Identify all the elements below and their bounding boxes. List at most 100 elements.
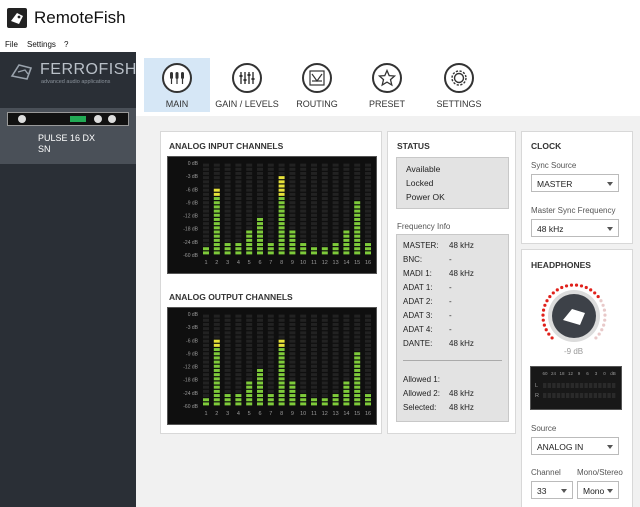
channel-meter-bar bbox=[224, 163, 231, 255]
volume-led bbox=[545, 299, 549, 303]
hp-meter-segment bbox=[575, 383, 579, 388]
hp-meter-scale-label: 12 bbox=[568, 371, 574, 376]
freq-value: - bbox=[449, 311, 452, 320]
meter-scale-label: -18 dB bbox=[183, 227, 198, 233]
channel-number-label: 6 bbox=[258, 260, 261, 266]
meter-scale-label: 0 dB bbox=[188, 312, 199, 318]
channel-meter-bar bbox=[311, 314, 317, 406]
channel-number-label: 1 bbox=[204, 411, 207, 417]
volume-led bbox=[603, 318, 607, 322]
freq-value: - bbox=[449, 297, 452, 306]
hp-meter-segment bbox=[602, 383, 607, 388]
volume-led bbox=[579, 284, 584, 288]
toolbar: MAIN GAIN / LEVELS ROUTING PRESET SETTIN… bbox=[136, 52, 640, 116]
channel-meter-bar bbox=[354, 314, 361, 406]
hp-meter-scale-label: 6 bbox=[586, 371, 589, 376]
hp-meter-scale-label: 18 bbox=[559, 371, 565, 376]
freq-value: - bbox=[449, 255, 452, 264]
channel-meter-bar bbox=[365, 314, 371, 406]
faders-icon bbox=[232, 63, 262, 93]
sync-source-select[interactable]: MASTER bbox=[531, 174, 619, 192]
chevron-down-icon bbox=[607, 489, 613, 493]
channel-meter-bar bbox=[321, 163, 328, 255]
hp-meter-segment bbox=[598, 393, 602, 398]
freq-label: ADAT 4: bbox=[403, 325, 433, 334]
meter-scale-label: -3 dB bbox=[186, 325, 199, 331]
brand-name: FERROFISH bbox=[40, 61, 137, 78]
device-item[interactable]: PULSE 16 DX SN bbox=[0, 108, 136, 164]
allowed-value: 48 kHz bbox=[449, 389, 474, 398]
mono-stereo-select[interactable]: Mono bbox=[577, 481, 619, 499]
device-name: PULSE 16 DX bbox=[38, 133, 96, 143]
channel-number-label: 9 bbox=[291, 260, 294, 266]
volume-led bbox=[542, 323, 546, 327]
channel-meter-bar bbox=[257, 163, 263, 255]
hp-meter-segment bbox=[566, 393, 570, 398]
master-sync-frequency-value: 48 kHz bbox=[537, 224, 564, 234]
sidebar: FERROFISH advanced audio applications PU… bbox=[0, 52, 136, 507]
channel-meter-bar bbox=[300, 163, 307, 255]
tab-main-label: MAIN bbox=[165, 99, 189, 109]
routing-icon bbox=[302, 63, 332, 93]
main-content: ANALOG INPUT CHANNELS 0 dB -3 dB -6 dB -9 d… bbox=[136, 116, 640, 507]
headphones-volume-knob[interactable] bbox=[536, 278, 612, 354]
hp-meter-scale-label: 9 bbox=[578, 371, 581, 376]
frequency-info-box: MASTER: 48 kHz BNC: - MADI 1: 48 kHz ADA… bbox=[396, 234, 509, 422]
channel-select[interactable]: 33 bbox=[531, 481, 573, 499]
meter-scale-label: -12 dB bbox=[183, 214, 198, 220]
source-label: Source bbox=[531, 424, 557, 433]
status-power: Power OK bbox=[406, 192, 445, 202]
tab-settings[interactable]: SETTINGS bbox=[426, 58, 492, 112]
clock-panel: CLOCK Sync Source MASTER Master Sync Fre… bbox=[521, 131, 633, 244]
hp-meter-segment bbox=[547, 393, 551, 398]
menu-help[interactable]: ? bbox=[64, 40, 68, 49]
freq-label: DANTE: bbox=[403, 339, 433, 348]
channel-number-label: 4 bbox=[237, 411, 240, 417]
chevron-down-icon bbox=[607, 182, 613, 186]
freq-value: - bbox=[449, 325, 452, 334]
volume-led bbox=[547, 332, 551, 336]
channel-meter-bar bbox=[343, 163, 350, 255]
headphones-meter-graphic: 60 24 18 12 9 6 3 0 dB LR bbox=[535, 371, 616, 399]
menu-settings[interactable]: Settings bbox=[27, 40, 56, 49]
menu-file[interactable]: File bbox=[5, 40, 18, 49]
analog-output-meter-graphic: 0 dB -3 dB -6 dB -9 dB -12 dB -18 dB -24 dB -60… bbox=[183, 312, 371, 417]
channel-number-label: 5 bbox=[248, 260, 251, 266]
master-sync-frequency-label: Master Sync Frequency bbox=[531, 206, 616, 215]
volume-led bbox=[569, 283, 574, 287]
channel-number-label: 3 bbox=[226, 411, 229, 417]
clock-title: CLOCK bbox=[531, 141, 562, 151]
channel-number-label: 14 bbox=[343, 260, 349, 266]
hp-meter-segment bbox=[589, 393, 593, 398]
app-icon bbox=[7, 8, 27, 28]
freq-value: 48 kHz bbox=[449, 241, 474, 250]
hp-meter-segment bbox=[552, 393, 556, 398]
channel-meter-bar bbox=[213, 314, 220, 406]
channel-number-label: 15 bbox=[354, 411, 360, 417]
volume-led bbox=[541, 318, 545, 322]
meter-scale-label: 0 dB bbox=[188, 161, 199, 167]
source-select[interactable]: ANALOG IN bbox=[531, 437, 619, 455]
meter-scale-label: -12 dB bbox=[183, 365, 198, 371]
mono-stereo-label: Mono/Stereo bbox=[577, 468, 623, 477]
channel-label: Channel bbox=[531, 468, 561, 477]
channel-number-label: 10 bbox=[300, 260, 306, 266]
tab-gain-levels[interactable]: GAIN / LEVELS bbox=[214, 58, 280, 112]
allowed-label: Allowed 1: bbox=[403, 375, 440, 384]
tab-preset[interactable]: PRESET bbox=[354, 58, 420, 112]
hp-meter-segment bbox=[593, 383, 597, 388]
hp-meter-segment bbox=[612, 383, 616, 388]
status-available: Available bbox=[406, 164, 441, 174]
volume-led bbox=[564, 284, 569, 288]
channel-meter-bar bbox=[246, 314, 253, 406]
analog-input-title: ANALOG INPUT CHANNELS bbox=[169, 141, 284, 151]
analog-output-title: ANALOG OUTPUT CHANNELS bbox=[169, 292, 293, 302]
analog-input-meter-graphic: 0 dB -3 dB -6 dB -9 dB -12 dB -18 dB -24 dB -60… bbox=[183, 161, 371, 266]
tab-main[interactable]: MAIN bbox=[144, 58, 210, 112]
channel-number-label: 14 bbox=[343, 411, 349, 417]
hp-meter-segment bbox=[575, 393, 579, 398]
channels-panel: ANALOG INPUT CHANNELS 0 dB -3 dB -6 dB -9 d… bbox=[160, 131, 382, 434]
tab-routing[interactable]: ROUTING bbox=[284, 58, 350, 112]
master-sync-frequency-select[interactable]: 48 kHz bbox=[531, 219, 619, 237]
channel-number-label: 12 bbox=[322, 411, 328, 417]
